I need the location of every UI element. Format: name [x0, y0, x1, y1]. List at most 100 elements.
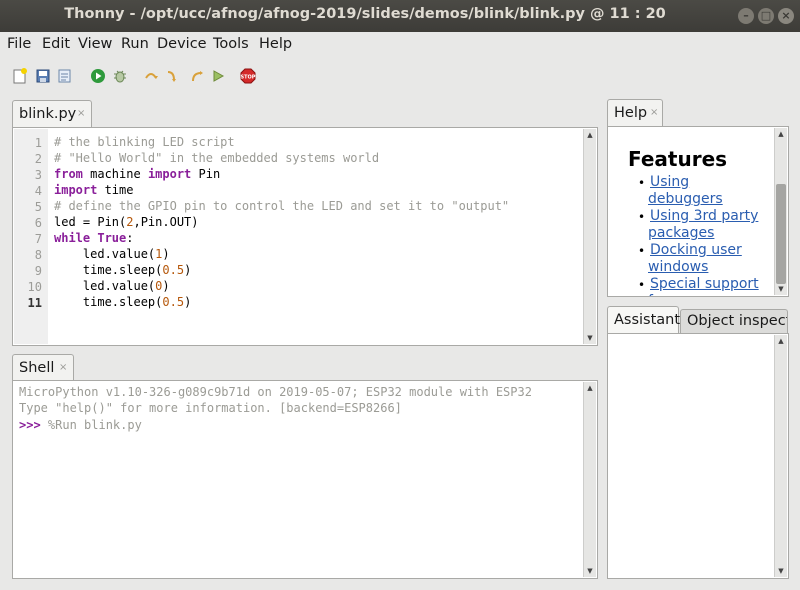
tab-shell-label: Shell: [19, 360, 55, 376]
tab-close-icon[interactable]: ×: [59, 362, 67, 373]
tab-blink-py-label: blink.py: [19, 106, 77, 122]
code-token: ,Pin.OUT): [133, 215, 199, 229]
editor-pane[interactable]: 1 2 3 4 5 6 7 8 9 10 11 # the blinking LED script #…: [12, 127, 598, 346]
code-line[interactable]: led.value(0): [54, 279, 170, 293]
code-token: time: [97, 183, 134, 197]
resume-icon[interactable]: [211, 68, 227, 84]
line-number: 9: [34, 264, 42, 278]
help-link[interactable]: Using: [650, 174, 689, 190]
maximize-button[interactable]: □: [758, 8, 774, 24]
menu-run[interactable]: Run: [121, 36, 149, 52]
code-token: ): [162, 247, 170, 261]
code-token: :: [126, 231, 134, 245]
tab-shell[interactable]: Shell ×: [12, 354, 74, 382]
title-bar: Thonny - /opt/ucc/afnog/afnog-2019/slide…: [0, 0, 800, 32]
code-token: ): [162, 279, 170, 293]
tab-close-icon[interactable]: ×: [650, 107, 658, 118]
line-number: 4: [34, 184, 42, 198]
bullet-icon: •: [638, 278, 646, 292]
menu-edit[interactable]: Edit: [42, 36, 70, 52]
assistant-pane: ▲ ▼: [607, 333, 789, 579]
code-line[interactable]: # the blinking LED script: [54, 135, 235, 149]
shell-command: %Run blink.py: [40, 418, 142, 432]
code-line[interactable]: # "Hello World" in the embedded systems …: [54, 151, 379, 165]
shell-command-line[interactable]: >>> %Run blink.py: [19, 418, 142, 432]
scroll-thumb[interactable]: [776, 184, 786, 284]
code-line[interactable]: time.sleep(0.5): [54, 295, 191, 309]
help-link[interactable]: Special support: [650, 276, 759, 292]
code-token: ): [184, 263, 192, 277]
line-number: 5: [34, 200, 42, 214]
scroll-down-icon[interactable]: ▼: [584, 332, 596, 344]
open-file-icon[interactable]: [35, 68, 51, 84]
code-line[interactable]: led = Pin(2,Pin.OUT): [54, 215, 199, 229]
help-scrollbar[interactable]: ▲ ▼: [774, 128, 787, 295]
menu-help[interactable]: Help: [259, 36, 292, 52]
shell-pane[interactable]: MicroPython v1.10-326-g089c9b71d on 2019…: [12, 380, 598, 579]
shell-prompt: >>>: [19, 418, 41, 432]
stop-icon[interactable]: STOP: [240, 68, 256, 84]
save-file-icon[interactable]: [57, 68, 73, 84]
code-line[interactable]: from machine import Pin: [54, 167, 220, 181]
step-over-icon[interactable]: [143, 68, 159, 84]
run-icon[interactable]: [90, 68, 106, 84]
code-token: ): [184, 295, 192, 309]
scroll-down-icon[interactable]: ▼: [775, 283, 787, 295]
bullet-icon: •: [638, 176, 646, 190]
code-token: # the blinking LED script: [54, 135, 235, 149]
tab-object-inspector[interactable]: Object inspecto: [680, 309, 788, 334]
code-token: import: [54, 183, 98, 197]
line-number: 11: [27, 296, 42, 310]
tab-assistant-label: Assistant: [614, 312, 681, 328]
scroll-down-icon[interactable]: ▼: [775, 565, 787, 577]
code-token: from: [54, 167, 83, 181]
help-link[interactable]: Using 3rd party: [650, 208, 758, 224]
scroll-up-icon[interactable]: ▲: [775, 128, 787, 140]
bullet-icon: •: [638, 244, 646, 258]
menu-tools[interactable]: Tools: [213, 36, 249, 52]
editor-scrollbar[interactable]: ▲ ▼: [583, 129, 596, 344]
menu-file[interactable]: File: [7, 36, 31, 52]
code-token: machine: [82, 167, 148, 181]
stop-label: STOP: [241, 75, 256, 81]
new-file-icon[interactable]: [12, 68, 28, 84]
menu-bar: File Edit View Run Device Tools Help: [0, 32, 800, 58]
code-token: Pin: [191, 167, 221, 181]
step-into-icon[interactable]: [165, 68, 181, 84]
shell-scrollbar[interactable]: ▲ ▼: [583, 382, 596, 577]
assistant-scrollbar[interactable]: ▲ ▼: [774, 335, 787, 577]
minimize-button[interactable]: –: [738, 8, 754, 24]
code-token: 0.5: [162, 263, 185, 277]
line-number: 6: [34, 216, 42, 230]
help-link[interactable]: packages: [648, 225, 714, 241]
scroll-up-icon[interactable]: ▲: [775, 335, 787, 347]
menu-device[interactable]: Device: [157, 36, 207, 52]
window-title: Thonny - /opt/ucc/afnog/afnog-2019/slide…: [64, 6, 666, 22]
code-line[interactable]: import time: [54, 183, 133, 197]
step-out-icon[interactable]: [189, 68, 205, 84]
help-link[interactable]: for ...: [648, 293, 685, 296]
close-button[interactable]: ×: [778, 8, 794, 24]
menu-view[interactable]: View: [78, 36, 112, 52]
code-line[interactable]: while True:: [54, 231, 134, 245]
tab-assistant[interactable]: Assistant: [607, 306, 681, 334]
code-line[interactable]: # define the GPIO pin to control the LED…: [54, 199, 509, 213]
code-token: led.value(: [54, 247, 156, 261]
tab-object-inspector-label: Object inspecto: [687, 313, 787, 329]
code-token: True: [97, 231, 127, 245]
help-link[interactable]: Docking user: [650, 242, 742, 258]
code-line[interactable]: time.sleep(0.5): [54, 263, 191, 277]
code-token: while: [54, 231, 91, 245]
help-link[interactable]: debuggers: [648, 191, 723, 207]
debug-icon[interactable]: [112, 68, 128, 84]
code-token: time.sleep(: [54, 295, 163, 309]
help-link[interactable]: windows: [648, 259, 708, 275]
shell-banner-line-1: MicroPython v1.10-326-g089c9b71d on 2019…: [19, 385, 532, 399]
scroll-up-icon[interactable]: ▲: [584, 382, 596, 394]
tab-blink-py[interactable]: blink.py ×: [12, 100, 92, 128]
tab-help[interactable]: Help ×: [607, 99, 663, 127]
code-line[interactable]: led.value(1): [54, 247, 170, 261]
tab-close-icon[interactable]: ×: [77, 108, 85, 119]
scroll-up-icon[interactable]: ▲: [584, 129, 596, 141]
scroll-down-icon[interactable]: ▼: [584, 565, 596, 577]
